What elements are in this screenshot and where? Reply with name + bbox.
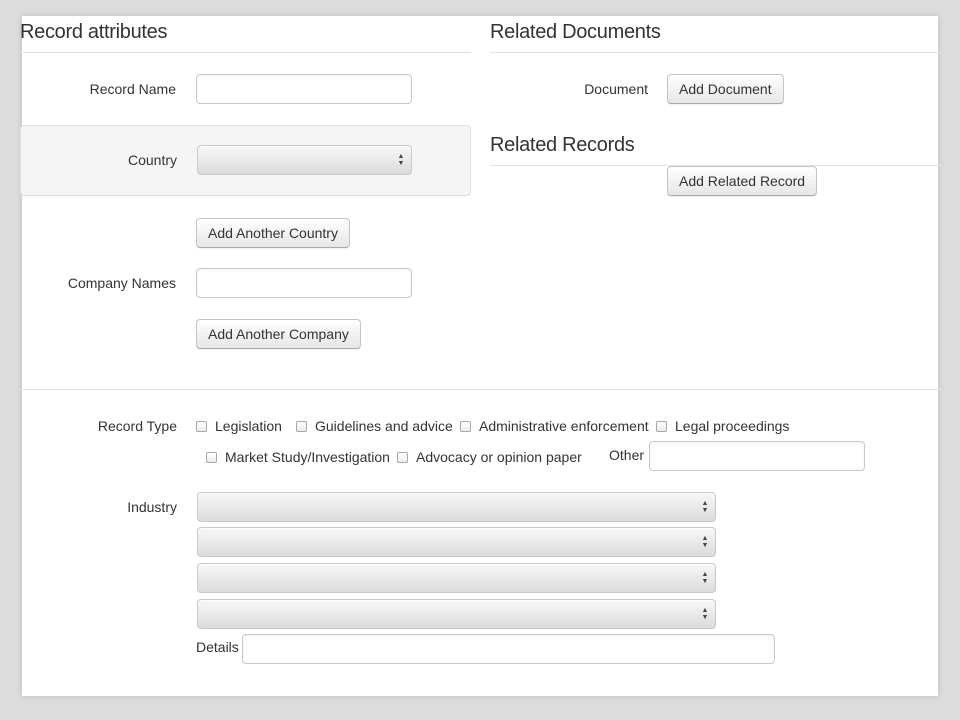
add-another-country-button[interactable]: Add Another Country: [196, 218, 350, 248]
add-another-company-button[interactable]: Add Another Company: [196, 319, 361, 349]
details-input[interactable]: [242, 634, 775, 664]
industry-select-1[interactable]: ▲ ▼: [197, 492, 716, 522]
checkbox-label-guidelines: Guidelines and advice: [315, 418, 453, 434]
document-label: Document: [584, 81, 648, 97]
checkbox-legal-proceedings[interactable]: [656, 421, 667, 432]
add-document-button[interactable]: Add Document: [667, 74, 784, 104]
checkbox-administrative-enforcement[interactable]: [460, 421, 471, 432]
checkbox-label-market-study: Market Study/Investigation: [225, 449, 390, 465]
related-documents-heading: Related Documents: [490, 21, 661, 43]
checkbox-label-advocacy: Advocacy or opinion paper: [416, 449, 582, 465]
add-related-record-button[interactable]: Add Related Record: [667, 166, 818, 196]
company-names-label: Company Names: [67, 275, 176, 291]
record-name-label: Record Name: [89, 81, 176, 97]
checkbox-legislation[interactable]: [196, 421, 207, 432]
industry-select-2[interactable]: ▲ ▼: [197, 527, 716, 557]
checkbox-label-administrative-enforcement: Administrative enforcement: [479, 418, 649, 434]
company-names-input[interactable]: [196, 268, 412, 298]
related-records-heading: Related Records: [490, 134, 635, 156]
up-down-chevron-icon: ▲ ▼: [397, 153, 405, 167]
industry-select-4[interactable]: ▲ ▼: [197, 599, 716, 629]
checkbox-label-legislation: Legislation: [215, 418, 282, 434]
form-page: Record attributes Record Name Country ▲ ▼…: [20, 16, 942, 696]
record-attributes-heading: Record attributes: [20, 21, 168, 43]
record-attributes-divider: [20, 52, 471, 53]
industry-label: Industry: [127, 499, 177, 515]
record-type-label: Record Type: [97, 418, 177, 434]
up-down-chevron-icon: ▲ ▼: [701, 535, 709, 549]
other-label: Other: [609, 447, 645, 463]
other-input[interactable]: [649, 441, 865, 471]
checkbox-guidelines[interactable]: [296, 421, 307, 432]
checkbox-advocacy[interactable]: [397, 452, 408, 463]
related-documents-divider: [490, 52, 942, 53]
up-down-chevron-icon: ▲ ▼: [701, 571, 709, 585]
industry-select-3[interactable]: ▲ ▼: [197, 563, 716, 593]
details-label: Details: [196, 639, 239, 655]
country-label: Country: [127, 152, 177, 168]
checkbox-label-legal-proceedings: Legal proceedings: [675, 418, 790, 434]
record-name-input[interactable]: [196, 74, 412, 104]
up-down-chevron-icon: ▲ ▼: [701, 500, 709, 514]
section-divider: [20, 389, 942, 390]
checkbox-market-study[interactable]: [206, 452, 217, 463]
country-select[interactable]: ▲ ▼: [197, 145, 412, 175]
up-down-chevron-icon: ▲ ▼: [701, 607, 709, 621]
